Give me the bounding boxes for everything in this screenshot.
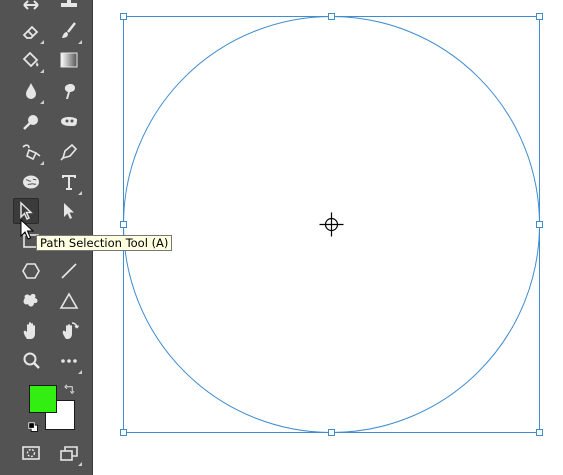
paint-bucket-tool[interactable] bbox=[18, 47, 44, 73]
quick-mask-button[interactable] bbox=[18, 440, 44, 466]
custom-shape-icon bbox=[23, 293, 38, 307]
bucket-icon bbox=[22, 51, 39, 68]
line-icon bbox=[61, 263, 77, 279]
dodge-tool[interactable] bbox=[18, 109, 44, 135]
dodge-icon bbox=[23, 115, 38, 130]
handle-top-right[interactable] bbox=[536, 13, 543, 20]
pen-icon bbox=[60, 143, 78, 161]
move-icon bbox=[23, 0, 39, 10]
brush-tool[interactable] bbox=[56, 18, 82, 44]
smudge-icon bbox=[64, 84, 75, 99]
center-crosshair-icon bbox=[319, 212, 344, 237]
handle-middle-right[interactable] bbox=[536, 221, 543, 228]
type-icon bbox=[62, 175, 76, 190]
type-tool[interactable] bbox=[56, 169, 82, 195]
quick-mask-icon bbox=[22, 446, 40, 460]
sponge-icon bbox=[61, 116, 77, 126]
hand-icon bbox=[23, 322, 35, 339]
gradient-icon bbox=[60, 52, 78, 68]
zoom-tool[interactable] bbox=[18, 348, 44, 374]
handle-bottom-center[interactable] bbox=[328, 429, 335, 436]
screen-mode-button[interactable] bbox=[56, 440, 82, 466]
line-tool[interactable] bbox=[56, 258, 82, 284]
eraser-icon bbox=[22, 25, 39, 39]
handle-top-center[interactable] bbox=[328, 13, 335, 20]
eraser-tool[interactable] bbox=[18, 18, 44, 44]
more-tools[interactable] bbox=[56, 348, 82, 374]
sponge-tool[interactable] bbox=[56, 109, 82, 135]
handle-bottom-right[interactable] bbox=[536, 429, 543, 436]
foreground-color-swatch[interactable] bbox=[29, 385, 57, 413]
stamp-icon bbox=[61, 0, 77, 7]
brain-tool[interactable] bbox=[18, 169, 44, 195]
mouse-pointer-icon bbox=[20, 219, 35, 240]
pen-tool[interactable] bbox=[56, 139, 82, 165]
blur-tool[interactable] bbox=[18, 78, 44, 104]
ellipsis-icon bbox=[61, 359, 77, 363]
brush-icon bbox=[62, 22, 76, 38]
custom-shape-tool[interactable] bbox=[18, 288, 44, 314]
handle-top-left[interactable] bbox=[120, 13, 127, 20]
swap-colors-button[interactable] bbox=[62, 382, 78, 396]
default-colors-icon bbox=[27, 421, 38, 432]
gradient-tool[interactable] bbox=[56, 47, 82, 73]
screen-mode-icon bbox=[60, 446, 78, 461]
rotate-hand-icon bbox=[62, 322, 80, 339]
handle-bottom-left[interactable] bbox=[120, 429, 127, 436]
swap-arrows-icon bbox=[64, 384, 75, 394]
move-tool[interactable] bbox=[18, 0, 44, 13]
smudge-tool[interactable] bbox=[56, 78, 82, 104]
drop-icon bbox=[26, 83, 36, 99]
triangle-icon bbox=[59, 292, 79, 309]
zoom-icon bbox=[23, 352, 40, 369]
handle-middle-left[interactable] bbox=[120, 221, 127, 228]
triangle-tool[interactable] bbox=[56, 288, 82, 314]
direct-selection-icon bbox=[64, 203, 74, 219]
hexagon-tool[interactable] bbox=[18, 258, 44, 284]
stamp-tool[interactable] bbox=[56, 0, 82, 13]
curvature-pen-tool[interactable] bbox=[18, 139, 44, 165]
tool-tooltip: Path Selection Tool (A) bbox=[36, 235, 173, 251]
rotate-view-tool[interactable] bbox=[56, 318, 82, 344]
direct-selection-tool[interactable] bbox=[56, 198, 82, 224]
hand-tool[interactable] bbox=[18, 318, 44, 344]
hexagon-icon bbox=[22, 263, 40, 279]
brain-icon bbox=[23, 175, 39, 189]
curvature-pen-icon bbox=[22, 144, 41, 161]
default-colors-button[interactable] bbox=[26, 420, 40, 434]
